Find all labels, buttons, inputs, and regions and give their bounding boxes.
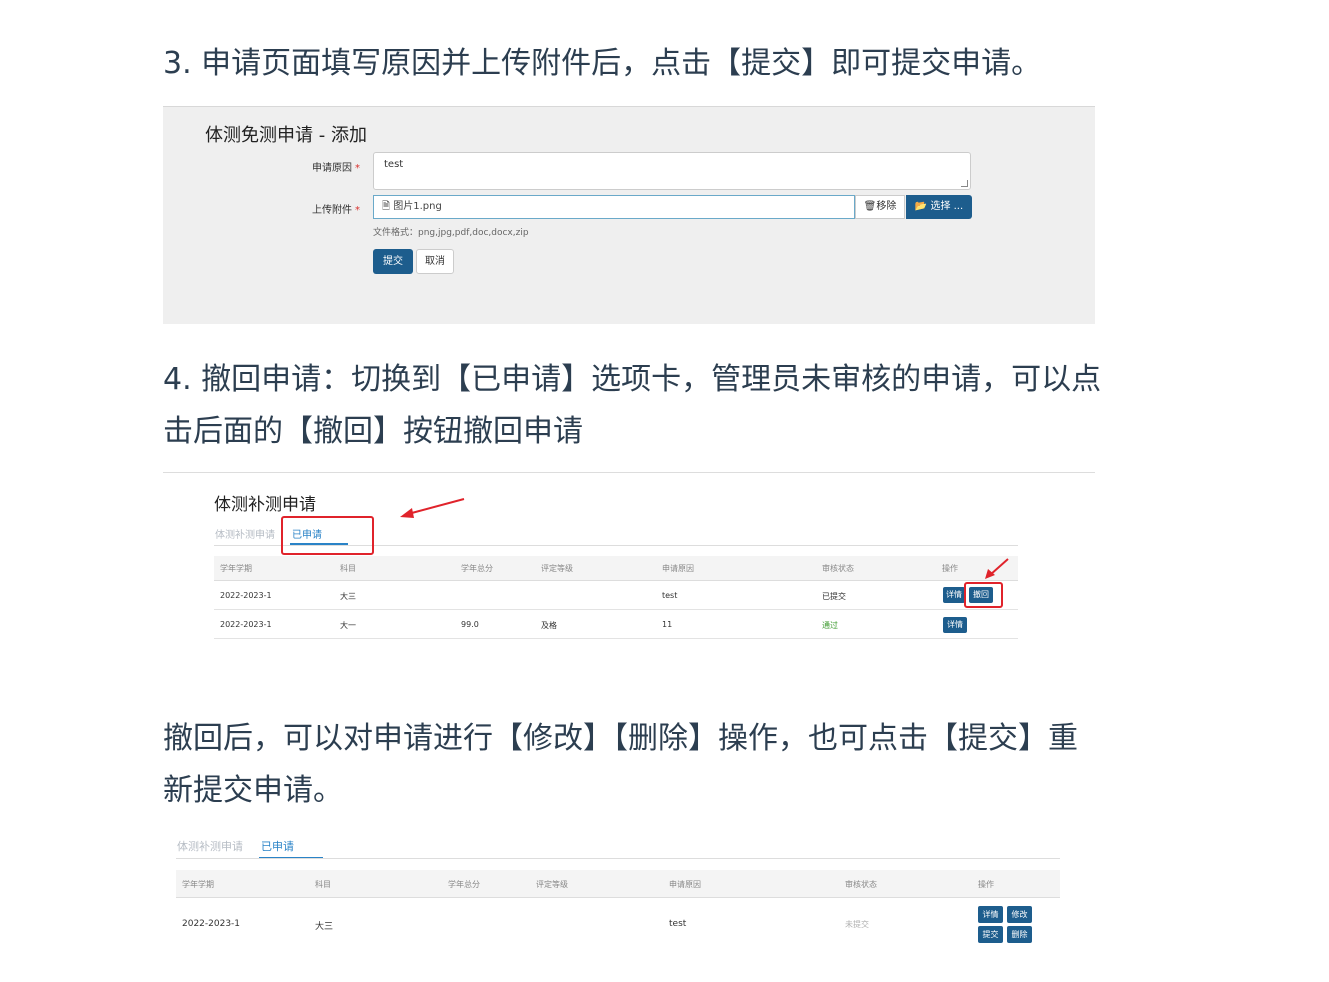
highlight-box-applied-tab <box>281 516 374 555</box>
edit-button[interactable]: 修改 <box>1007 906 1032 923</box>
tab-baseline <box>176 858 1060 859</box>
col-term: 学年学期 <box>182 880 214 889</box>
submit-button[interactable]: 提交 <box>978 926 1003 943</box>
col-status: 审核状态 <box>822 564 854 573</box>
attach-label: 上传附件 * <box>300 201 360 216</box>
panel-title: 体测补测申请 <box>214 495 316 515</box>
reason-label: 申请原因 * <box>300 159 360 174</box>
detail-button[interactable]: 详情 <box>943 587 965 603</box>
table-row-term: 2022-2023-1 <box>220 620 272 629</box>
col-actions: 操作 <box>942 564 958 573</box>
table-row-score: 99.0 <box>461 620 479 629</box>
table-row-subject: 大三 <box>340 592 356 601</box>
file-name-field[interactable]: 🗎 图片1.png <box>373 195 855 219</box>
attach-label-text: 上传附件 <box>312 205 352 216</box>
tab-makeup-application[interactable]: 体测补测申请 <box>177 838 243 854</box>
divider <box>163 472 1095 473</box>
tab-applied[interactable]: 已申请 <box>261 838 294 854</box>
remove-label: 移除 <box>876 201 897 212</box>
choose-file-button[interactable]: 📂 选择 ... <box>906 195 972 219</box>
col-term: 学年学期 <box>220 564 252 573</box>
resize-handle-icon[interactable] <box>961 180 968 187</box>
col-subject: 科目 <box>315 880 331 889</box>
col-status: 审核状态 <box>845 880 877 889</box>
highlight-box-withdraw <box>964 582 1003 608</box>
reason-value: test <box>384 159 404 170</box>
reason-label-text: 申请原因 <box>312 163 352 174</box>
required-mark: * <box>355 163 360 174</box>
table-row-status: 通过 <box>822 621 838 630</box>
arrow-annotation-icon <box>400 498 465 518</box>
folder-open-icon: 📂 <box>914 201 928 212</box>
detail-button[interactable]: 详情 <box>943 617 967 633</box>
reason-textarea[interactable]: test <box>373 152 971 190</box>
file-format-hint: 文件格式：png,jpg,pdf,doc,docx,zip <box>373 228 529 238</box>
row-divider <box>214 638 1018 639</box>
row-divider <box>214 609 1018 610</box>
step5-heading: 撤回后，可以对申请进行【修改】【删除】操作，也可点击【提交】重新提交申请。 <box>163 721 1078 808</box>
table-header <box>214 556 1018 581</box>
table-row-reason: test <box>662 591 678 600</box>
step3-heading: 3. 申请页面填写原因并上传附件后，点击【提交】即可提交申请。 <box>163 46 1042 81</box>
delete-button[interactable]: 删除 <box>1007 926 1032 943</box>
col-reason: 申请原因 <box>662 564 694 573</box>
col-grade: 评定等级 <box>536 880 568 889</box>
table-row-status: 未提交 <box>845 920 869 929</box>
step4-heading: 4. 撤回申请：切换到【已申请】选项卡，管理员未审核的申请，可以点击后面的【撤回… <box>163 362 1102 449</box>
application-form-screenshot: 体测免测申请 - 添加 申请原因 * test 上传附件 * 🗎 图片1.png 🗑… <box>163 106 1095 324</box>
col-actions: 操作 <box>978 880 994 889</box>
table-row-term: 2022-2023-1 <box>182 919 241 929</box>
trash-icon: 🗑 <box>863 201 877 212</box>
tab-makeup-application[interactable]: 体测补测申请 <box>215 526 275 541</box>
form-title: 体测免测申请 - 添加 <box>205 125 367 146</box>
table-row-subject: 大一 <box>340 621 356 630</box>
col-reason: 申请原因 <box>669 880 701 889</box>
col-score: 学年总分 <box>461 564 493 573</box>
table-row-grade: 及格 <box>541 621 557 630</box>
table-row-reason: test <box>669 919 687 929</box>
submit-button[interactable]: 提交 <box>373 249 413 274</box>
remove-button[interactable]: 🗑移除 <box>855 195 905 219</box>
table-row-status: 已提交 <box>822 592 846 601</box>
detail-button[interactable]: 详情 <box>978 906 1003 923</box>
cancel-button[interactable]: 取消 <box>416 249 454 274</box>
col-subject: 科目 <box>340 564 356 573</box>
table-row-subject: 大三 <box>315 922 334 932</box>
table-row-reason: 11 <box>662 620 673 629</box>
table-row-term: 2022-2023-1 <box>220 591 272 600</box>
col-score: 学年总分 <box>448 880 480 889</box>
arrow-annotation-icon <box>985 558 1009 579</box>
required-mark: * <box>355 205 360 216</box>
file-icon: 🗎 <box>382 201 391 212</box>
file-name: 图片1.png <box>393 201 442 212</box>
choose-label: 选择 ... <box>930 201 964 212</box>
col-grade: 评定等级 <box>541 564 573 573</box>
table-header <box>176 870 1060 898</box>
